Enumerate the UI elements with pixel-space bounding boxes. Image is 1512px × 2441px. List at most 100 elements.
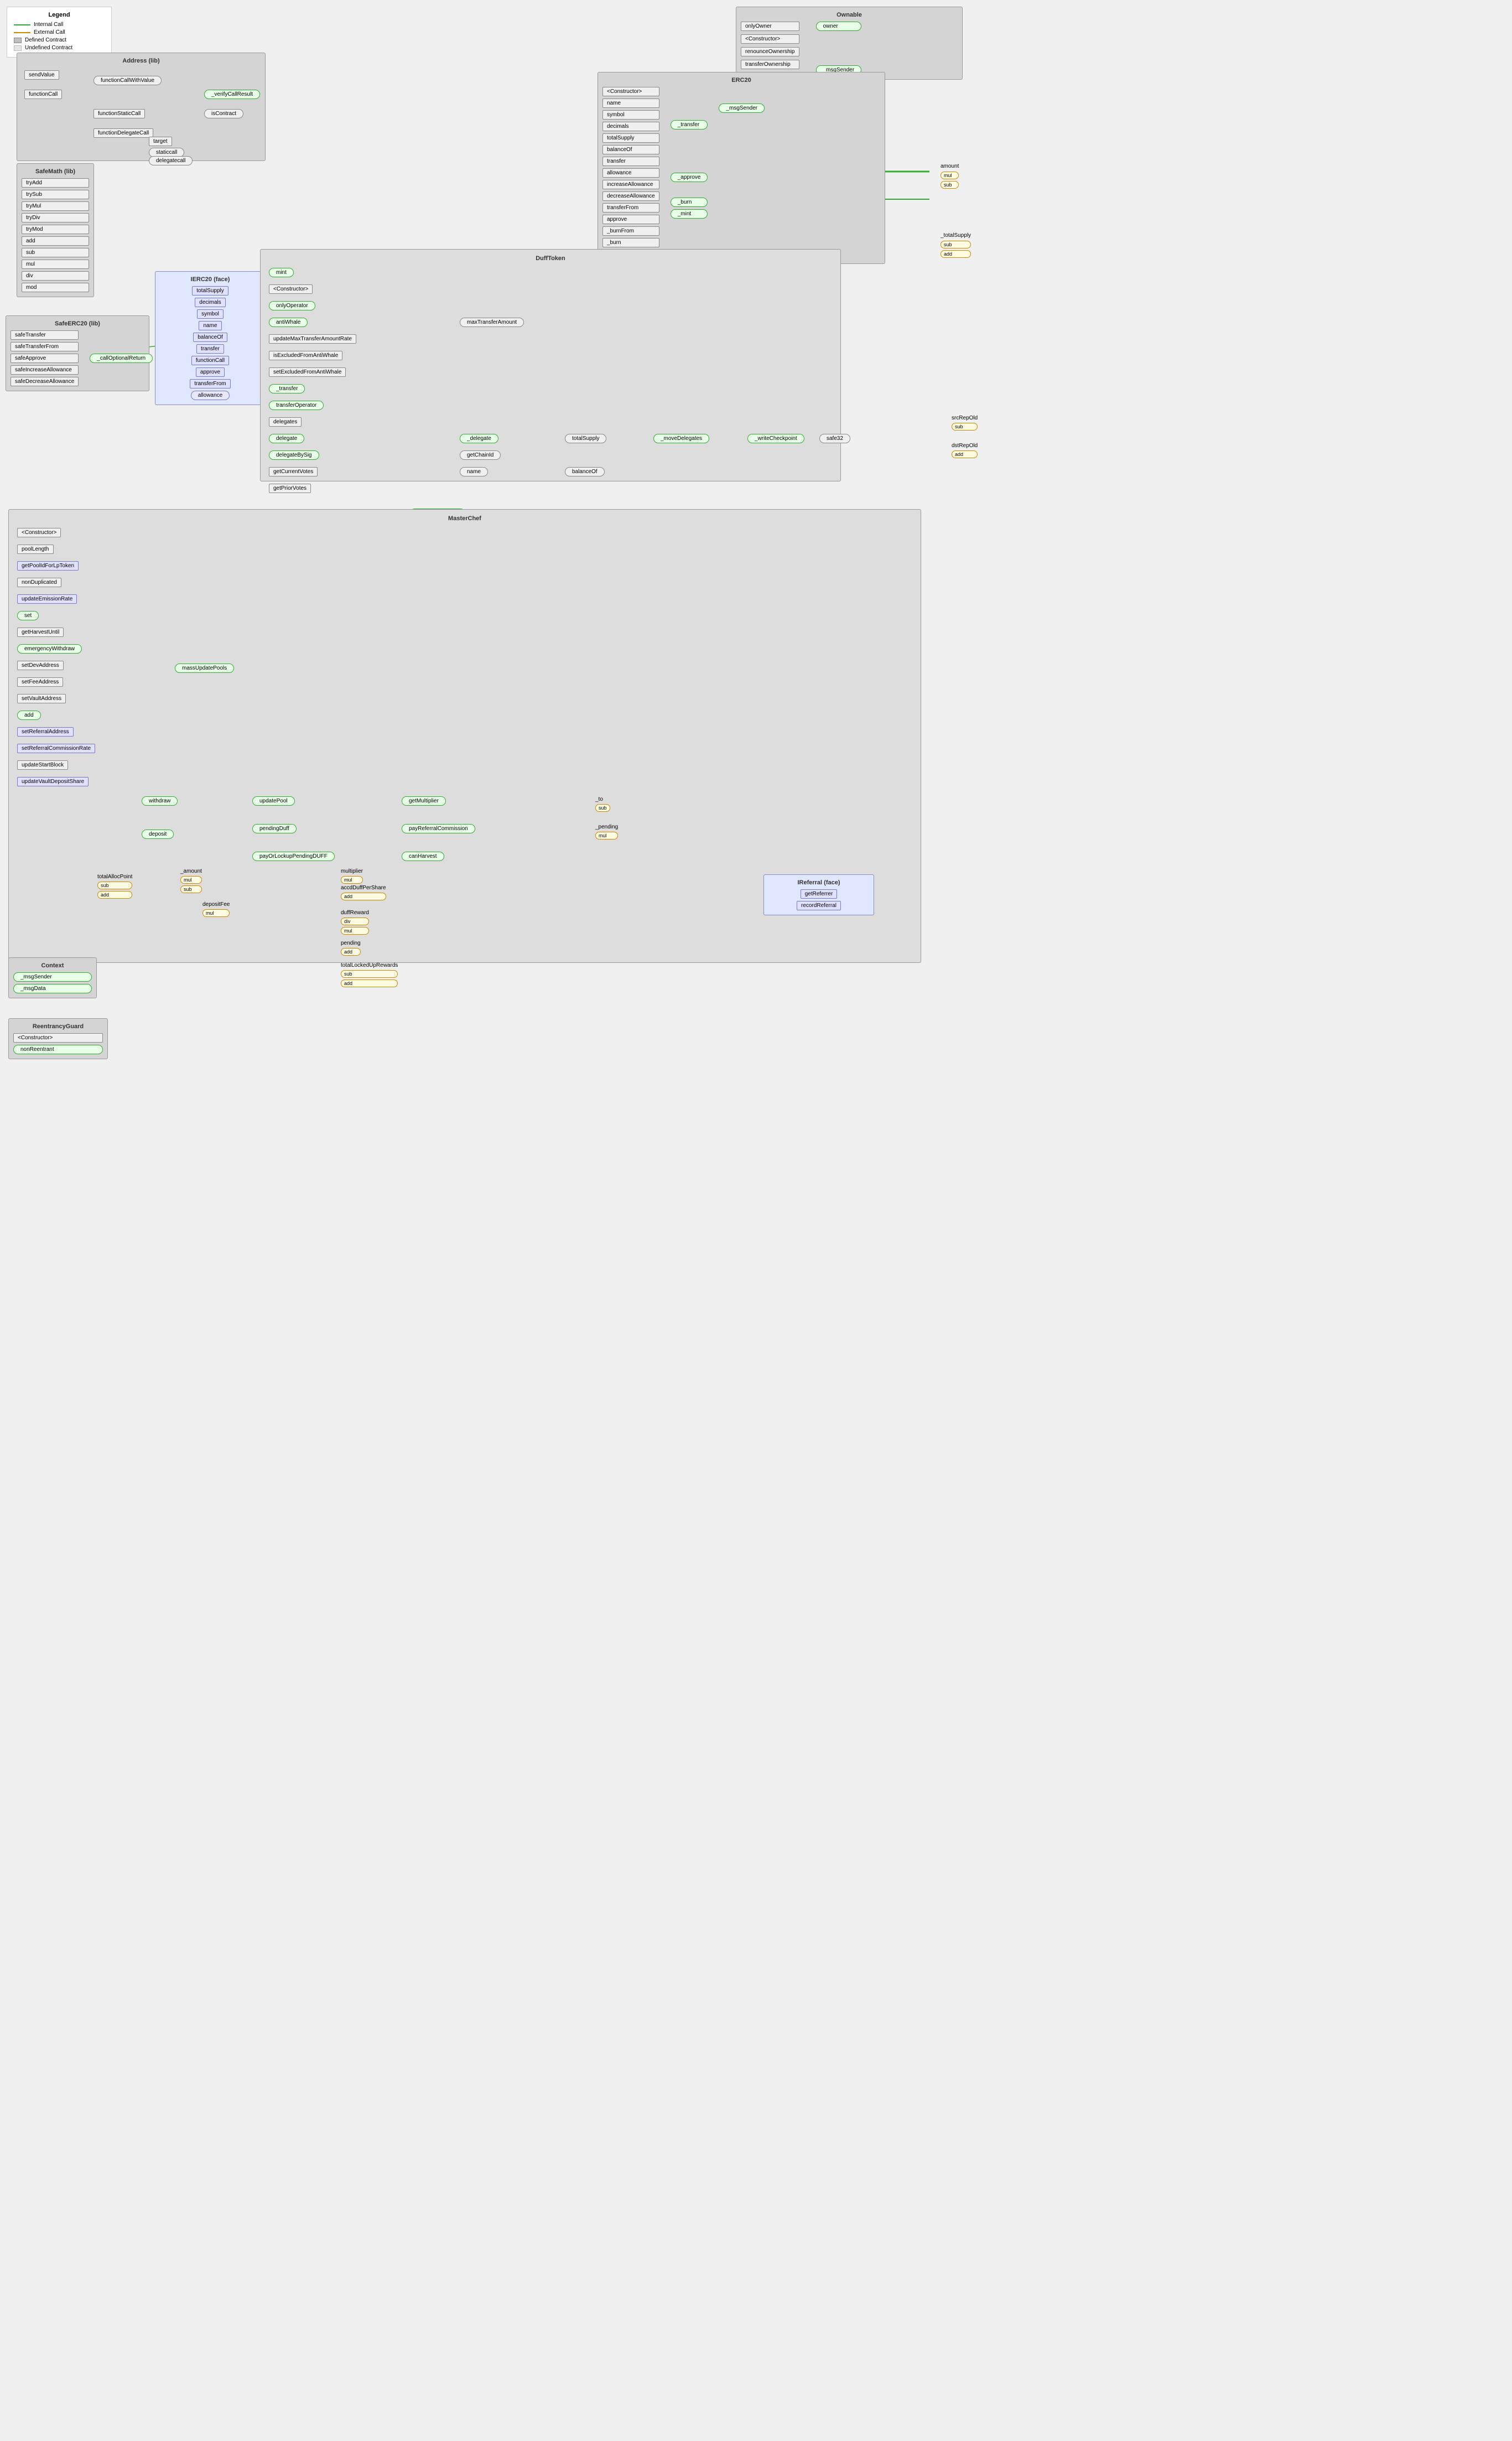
ierc20-balanceof: balanceOf [193,333,227,342]
mc-to-label: _to [595,796,610,802]
address-functionstaticcall: functionStaticCall [93,109,145,118]
ierc20-approve: approve [196,367,225,377]
mc-updateemissionrate: updateEmissionRate [17,594,77,604]
dt-getchainid: getChainId [460,450,501,460]
safemath-div: div [22,271,89,281]
erc20-transfer: transfer [602,157,659,166]
erc20-title: ERC20 [602,77,880,84]
ierc20-title: IERC20 (face) [160,276,261,283]
mc-depositfee-label: depositFee [202,901,230,908]
address-sendvalue: sendValue [24,70,59,80]
mc-nonduplicated: nonDuplicated [17,578,61,587]
legend-defined-label: Defined Contract [25,37,66,43]
erc20-decreaseallowance: decreaseAllowance [602,191,659,201]
external-call-line [14,32,30,33]
diagram-container: Legend Internal Call External Call Defin… [0,0,1512,2441]
mc-emergencywithdraw: emergencyWithdraw [17,644,82,654]
mc-updatestartblock: updateStartBlock [17,760,68,770]
mc-multiplier-mul: mul [341,876,363,884]
safemath-trydiv: tryDiv [22,213,89,222]
erc20-burnfrom: _burnFrom [602,226,659,236]
mc-pending-label: pending [341,940,361,946]
legend-undefined-label: Undefined Contract [25,45,72,51]
mc-duffreward-div: div [341,918,369,925]
erc20-symbol: symbol [602,110,659,120]
erc20-increaseallowance: increaseAllowance [602,180,659,189]
address-functiondelegatecall: functionDelegateCall [93,128,153,138]
undefined-contract-box [14,45,22,51]
safeerc20-title: SafeERC20 (lib) [11,320,144,327]
erc20-approve: approve [602,215,659,224]
mc-pending-add: add [341,948,361,956]
address-verifycallresult: _verifyCallResult [204,90,260,99]
ownable-renounce: renounceOwnership [741,47,799,56]
erc20-burn-ellipse: _burn [671,198,708,207]
masterchef-title: MasterChef [14,515,915,522]
mc-pendingduff: pendingDuff [252,824,297,833]
ierc20-name: name [199,321,221,330]
safemath-trymod: tryMod [22,225,89,234]
ierc20-face-contract: IERC20 (face) totalSupply decimals symbo… [155,271,266,405]
mc-totallockedup-sub: sub [341,970,398,978]
dt-writecheckpoint: _writeCheckpoint [747,434,804,443]
ireferral-face-contract: IReferral (face) getReferrer recordRefer… [763,874,874,915]
safeerc20-safedecrease: safeDecreaseAllowance [11,377,79,386]
ownable-transfer: transferOwnership [741,60,799,69]
mc-totallockedup-label: totalLockedUpRewards [341,962,398,968]
dt-delegate-right: _delegate [460,434,498,443]
mc-withdraw: withdraw [142,796,178,806]
mc-updatepool: updatePool [252,796,295,806]
internal-call-line [14,24,30,25]
erc20-approve-ellipse: _approve [671,173,708,182]
dt-movedelegates: _moveDelegates [653,434,709,443]
safemath-mod: mod [22,283,89,292]
legend-external: External Call [14,29,105,35]
safemath-add: add [22,236,89,246]
mc-getpoolidforlptoken: getPoolIdForLpToken [17,561,79,571]
dt-totalsupply: totalSupply [565,434,606,443]
erc20-transferfrom: transferFrom [602,203,659,213]
address-title: Address (lib) [22,58,261,64]
dstrepold-label: dstRepOld [952,443,978,449]
mc-add: add [17,711,41,720]
ierc20-allowance: allowance [191,391,230,400]
mc-totalallocpoint-label: totalAllocPoint [97,874,132,880]
dufftoken-title: DuffToken [266,255,835,262]
legend-undefined: Undefined Contract [14,45,105,51]
amount-label: amount [941,163,959,169]
amount-mul: mul [941,172,959,179]
safemath-trysub: trySub [22,190,89,199]
mc-accduffpershare-add: add [341,893,386,900]
address-functioncallwithvalue: functionCallWithValue [93,76,162,85]
safeerc20-safeapprove: safeApprove [11,354,79,363]
mc-payorlockup: payOrLockupPendingDUFF [252,852,335,861]
address-lib-contract: Address (lib) sendValue functionCall fun… [17,53,266,161]
mc-amount-label: _amount [180,868,202,874]
amount-group: amount mul sub [941,163,959,189]
address-iscontract: isContract [204,109,243,118]
totalsupply-label: _totalSupply [941,232,971,239]
erc20-totalsupply: totalSupply [602,133,659,143]
defined-contract-box [14,38,22,43]
ierc20-functioncall: functionCall [191,356,229,365]
safemath-title: SafeMath (lib) [22,168,89,175]
safeerc20-calloptional: _callOptionalReturn [90,354,153,363]
address-delegatecall: delegatecall [149,156,193,165]
mc-accduffpershare-label: accdDuffPerShare [341,885,386,891]
safeerc20-safeincrease: safeIncreaseAllowance [11,365,79,375]
mc-setvaultaddress: setVaultAddress [17,694,66,703]
dt-transfer-inner: _transfer [269,384,305,393]
ownable-onlyowner: onlyOwner [741,22,799,31]
dt-delegate: delegate [269,434,304,443]
dt-balanceof: balanceOf [565,467,605,476]
legend-box: Legend Internal Call External Call Defin… [7,7,112,58]
amount-sub: sub [941,181,959,189]
mc-deposit: deposit [142,830,174,839]
erc20-name: name [602,99,659,108]
erc20-decimals: decimals [602,122,659,131]
rg-nonreentrant: nonReentrant [13,1045,103,1054]
mc-multiplier-label: multiplier [341,868,363,874]
context-msgdata: _msgData [13,984,92,993]
mc-payreferral: payReferralCommission [402,824,475,833]
mc-pending2-label: _pending [595,824,618,830]
